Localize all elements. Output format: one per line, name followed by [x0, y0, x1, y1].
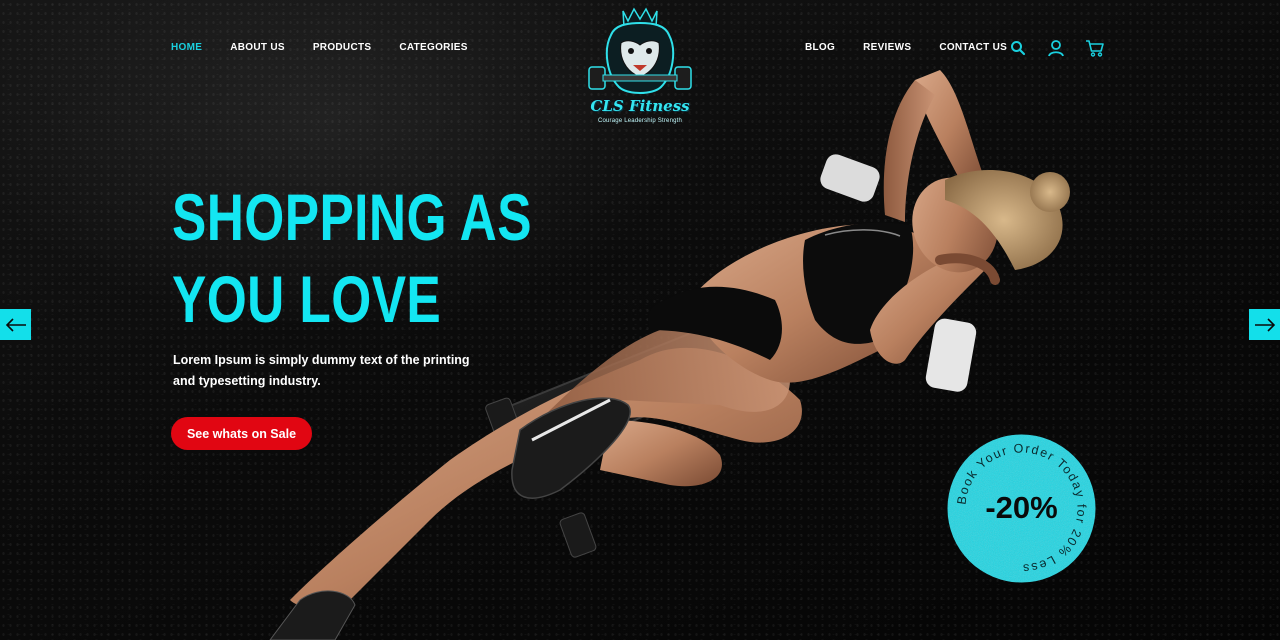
main-navigation: HOME ABOUT US PRODUCTS CATEGORIES CLS Fi…: [0, 0, 1280, 124]
hero-section: HOME ABOUT US PRODUCTS CATEGORIES CLS Fi…: [0, 0, 1280, 640]
nav-link-about-us[interactable]: ABOUT US: [230, 42, 285, 53]
badge-discount-value: -20%: [985, 490, 1057, 525]
nav-link-home[interactable]: HOME: [171, 42, 202, 53]
cart-icon[interactable]: [1084, 38, 1106, 58]
brand-logo[interactable]: CLS Fitness Courage Leadership Strength: [585, 5, 695, 125]
brand-name: CLS Fitness: [590, 97, 690, 115]
brand-tagline: Courage Leadership Strength: [597, 118, 683, 124]
nav-link-reviews[interactable]: REVIEWS: [863, 42, 911, 53]
user-icon[interactable]: [1046, 38, 1066, 58]
see-whats-on-sale-button[interactable]: See whats on Sale: [171, 417, 312, 450]
hero-lead-text: Lorem Ipsum is simply dummy text of the …: [173, 353, 470, 388]
arrow-right-icon: [1254, 317, 1275, 332]
slider-next-button[interactable]: [1249, 309, 1280, 340]
nav-link-contact-us[interactable]: CONTACT US: [939, 42, 1007, 53]
nav-left-group: HOME ABOUT US PRODUCTS CATEGORIES: [171, 42, 468, 53]
nav-link-blog[interactable]: BLOG: [805, 42, 835, 53]
nav-link-categories[interactable]: CATEGORIES: [399, 42, 467, 53]
discount-badge[interactable]: Book Your Order Today for 20% Less -20%: [947, 434, 1096, 583]
lion-crest-icon: [588, 7, 692, 94]
nav-icon-group: [1008, 38, 1106, 58]
nav-right-group: BLOG REVIEWS CONTACT US: [805, 42, 1007, 53]
search-icon[interactable]: [1008, 38, 1028, 58]
slider-prev-button[interactable]: [0, 309, 31, 340]
hero-headline-line-2: YOU LOVE: [172, 262, 442, 336]
hero-headline-line-1: SHOPPING AS: [172, 180, 532, 254]
nav-link-products[interactable]: PRODUCTS: [313, 42, 372, 53]
hero-headline: SHOPPING AS YOU LOVE: [172, 176, 532, 340]
arrow-left-icon: [5, 317, 26, 332]
